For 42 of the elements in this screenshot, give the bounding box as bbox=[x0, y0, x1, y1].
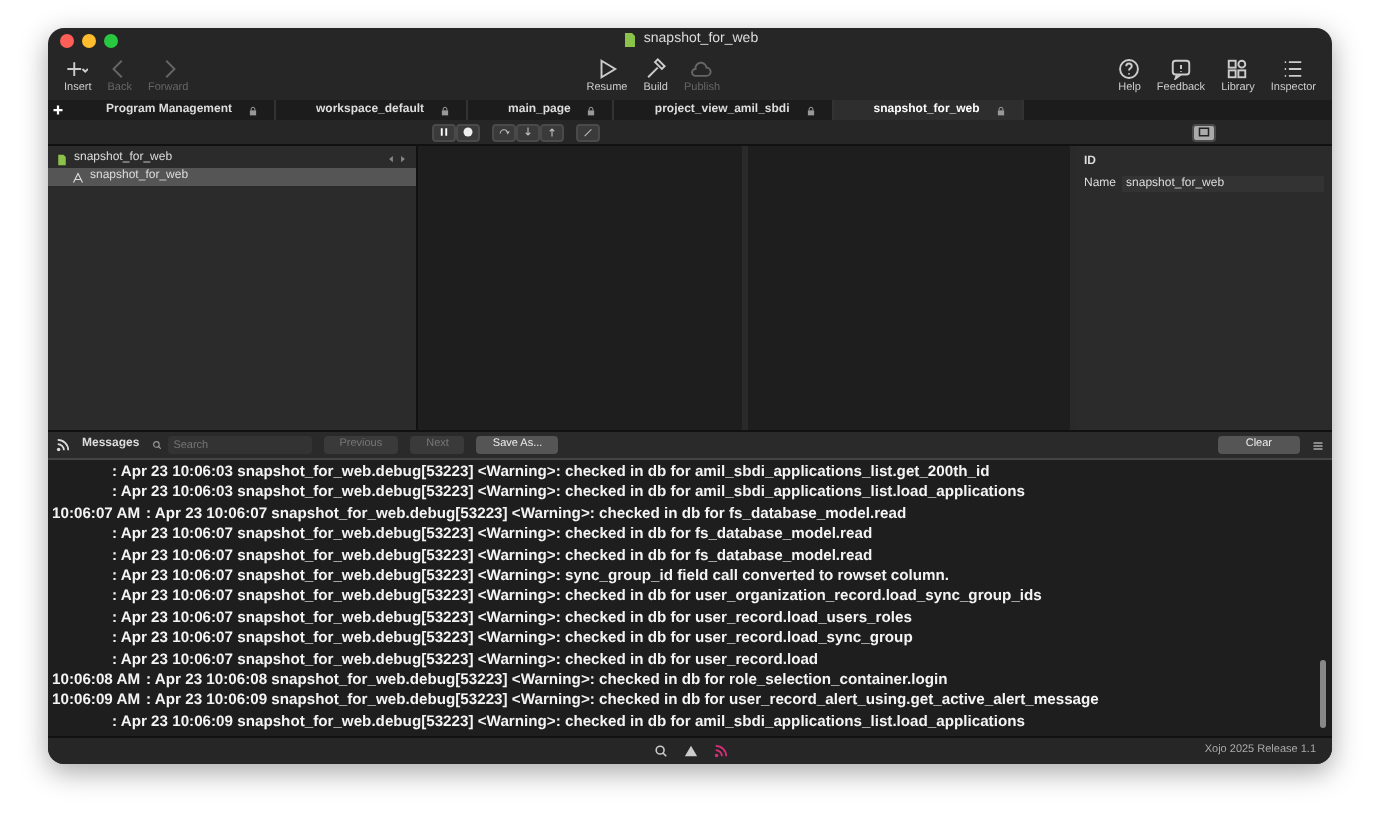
back-icon[interactable] bbox=[385, 154, 395, 164]
lock-icon bbox=[995, 105, 1006, 115]
document-icon bbox=[621, 32, 638, 48]
forward-icon[interactable] bbox=[398, 154, 408, 164]
library-icon bbox=[1226, 57, 1249, 80]
scrollbar[interactable] bbox=[1320, 660, 1326, 728]
step-in-button[interactable] bbox=[516, 123, 540, 141]
feed-icon bbox=[56, 438, 70, 452]
step-out-icon bbox=[546, 126, 558, 138]
lock-icon bbox=[586, 105, 597, 115]
lock-icon bbox=[805, 105, 816, 115]
stop-button[interactable] bbox=[456, 123, 480, 141]
lock-icon bbox=[248, 105, 259, 115]
pencil-icon bbox=[582, 126, 594, 138]
step-over-icon bbox=[498, 126, 510, 138]
step-in-icon bbox=[522, 126, 534, 138]
lock-icon bbox=[440, 105, 451, 115]
feedback-icon bbox=[1169, 57, 1192, 80]
pause-button[interactable] bbox=[432, 123, 456, 141]
close-button[interactable] bbox=[60, 34, 74, 48]
menu-icon[interactable] bbox=[1312, 439, 1324, 451]
list-icon bbox=[1282, 57, 1305, 80]
pause-icon bbox=[438, 126, 450, 138]
cloud-icon bbox=[690, 57, 713, 80]
zoom-button[interactable] bbox=[104, 34, 118, 48]
app-icon bbox=[72, 171, 84, 183]
edit-button[interactable] bbox=[576, 123, 600, 141]
add-tab-icon[interactable] bbox=[51, 104, 63, 116]
step-over-button[interactable] bbox=[492, 123, 516, 141]
grid-icon bbox=[1198, 126, 1210, 138]
search-icon[interactable] bbox=[653, 744, 667, 758]
warning-icon[interactable] bbox=[683, 744, 697, 758]
help-icon bbox=[1118, 57, 1141, 80]
search-icon bbox=[151, 440, 162, 450]
feed-icon[interactable] bbox=[713, 744, 727, 758]
stop-icon bbox=[462, 126, 474, 138]
inspector-toggle-button[interactable] bbox=[1192, 123, 1216, 141]
play-icon bbox=[595, 57, 618, 80]
hammer-icon bbox=[644, 57, 667, 80]
step-out-button[interactable] bbox=[540, 123, 564, 141]
plus-icon bbox=[66, 57, 89, 80]
minimize-button[interactable] bbox=[82, 34, 96, 48]
